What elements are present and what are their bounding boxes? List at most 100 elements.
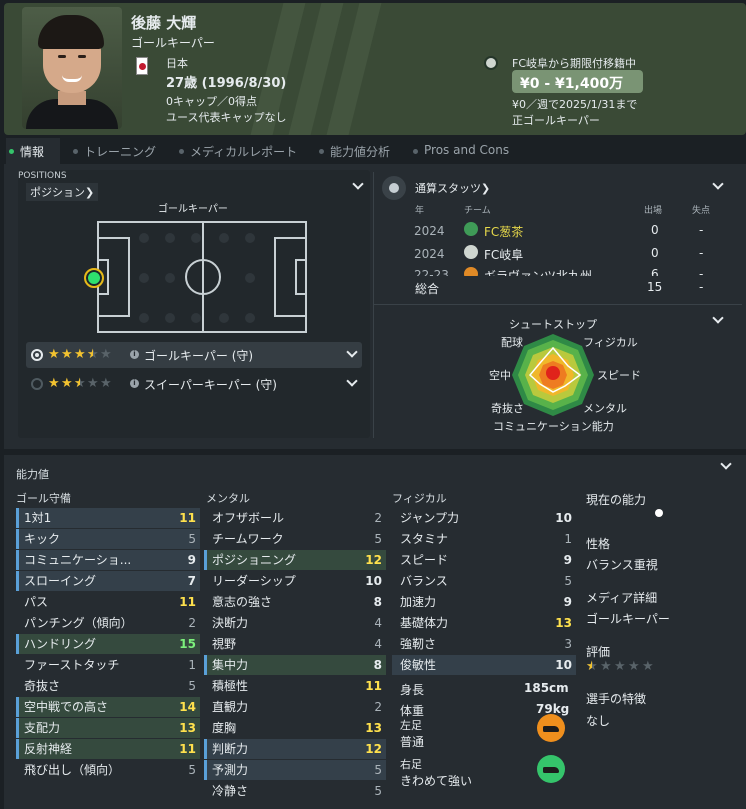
attribute-name: キック	[24, 532, 61, 546]
club-crest-icon[interactable]	[484, 56, 498, 70]
attribute-marker	[204, 739, 207, 759]
attribute-row[interactable]: 冷静さ 5	[204, 781, 386, 801]
loan-status[interactable]: FC岐阜から期限付移籍中	[512, 55, 636, 71]
attribute-row[interactable]: オフザボール 2	[204, 508, 386, 528]
role-row-sweeper-keeper[interactable]: ★ ★ ★ ★ ★ ★ i スイーパーキーパー (守)	[26, 371, 362, 397]
chevron-down-icon[interactable]	[346, 375, 358, 387]
height-value: 185cm	[524, 681, 569, 695]
positions-link[interactable]: ポジション❯	[26, 183, 99, 201]
attribute-name: 直観力	[212, 700, 249, 714]
career-row-clipped[interactable]: 22-23 ギラヴァンツ北九州 6 -	[414, 266, 714, 276]
attribute-row[interactable]: パンチング（傾向） 2	[16, 613, 200, 633]
info-icon[interactable]: i	[130, 379, 139, 388]
attribute-row[interactable]: ポジショニング 12	[204, 550, 386, 570]
attributes-header: 能力値	[16, 468, 49, 481]
star-empty-icon: ★	[642, 659, 654, 674]
attribute-row[interactable]: 積極性 11	[204, 676, 386, 696]
role-row-goalkeeper[interactable]: ★ ★ ★ ★ ★ ★ i ゴールキーパー (守)	[26, 342, 362, 368]
attribute-row[interactable]: ジャンプ力 10	[392, 508, 576, 528]
attribute-row[interactable]: 判断力 12	[204, 739, 386, 759]
attribute-row[interactable]: 反射神経 11	[16, 739, 200, 759]
attribute-row[interactable]: 直観力 2	[204, 697, 386, 717]
tab-medical[interactable]: メディカルレポート	[176, 138, 312, 164]
attribute-value: 12	[365, 742, 382, 756]
attribute-row[interactable]: スタミナ 1	[392, 529, 576, 549]
right-foot-label: 右足	[400, 758, 422, 771]
attribute-row[interactable]: 基礎体力 13	[392, 613, 576, 633]
transfer-value[interactable]: ¥0 - ¥1,400万	[512, 70, 643, 93]
tab-attribute-analysis[interactable]: 能力値分析	[316, 138, 406, 164]
right-foot-value: きわめて強い	[400, 774, 473, 788]
attribute-row[interactable]: 俊敏性 10	[392, 655, 576, 675]
attribute-value: 4	[374, 637, 382, 651]
attribute-row[interactable]: 決断力 4	[204, 613, 386, 633]
attribute-value: 5	[188, 763, 196, 777]
info-icon[interactable]: i	[130, 350, 139, 359]
attribute-row[interactable]: スピード 9	[392, 550, 576, 570]
attribute-row[interactable]: ハンドリング 15	[16, 634, 200, 654]
attribute-value: 11	[179, 742, 196, 756]
radio-selected-icon[interactable]	[31, 349, 43, 361]
tab-info[interactable]: 情報	[6, 138, 60, 164]
radar-label: 奇抜さ	[491, 402, 524, 415]
star-empty-icon: ★	[614, 659, 626, 674]
attribute-row[interactable]: キック 5	[16, 529, 200, 549]
chevron-down-icon[interactable]	[346, 346, 358, 358]
attribute-row[interactable]: スローイング 7	[16, 571, 200, 591]
career-apps: 0	[651, 246, 659, 260]
radar-label: コミュニケーション能力	[493, 420, 614, 433]
tab-training[interactable]: トレーニング	[70, 138, 166, 164]
attribute-name: バランス	[400, 574, 448, 588]
attribute-row[interactable]: 空中戦での高さ 14	[16, 697, 200, 717]
attribute-row[interactable]: チームワーク 5	[204, 529, 386, 549]
attribute-row[interactable]: 度胸 13	[204, 718, 386, 738]
physical-title: フィジカル	[392, 492, 447, 505]
radio-icon[interactable]	[31, 378, 43, 390]
career-row[interactable]: 2024 FC岐阜 0 -	[414, 243, 714, 265]
attribute-row[interactable]: 加速力 9	[392, 592, 576, 612]
club-crest-icon	[464, 222, 478, 236]
star-half-icon: ★ ★	[74, 376, 86, 391]
career-stats-link[interactable]: 通算スタッツ❯	[415, 180, 490, 196]
career-team[interactable]: FC葱茶	[484, 223, 523, 240]
attribute-value: 5	[374, 763, 382, 777]
attribute-value: 15	[179, 637, 196, 651]
career-team[interactable]: ギラヴァンツ北九州	[484, 267, 592, 276]
attribute-row[interactable]: 奇抜さ 5	[16, 676, 200, 696]
player-avatar	[22, 7, 122, 129]
attribute-marker	[204, 655, 207, 675]
attribute-row[interactable]: リーダーシップ 10	[204, 571, 386, 591]
star-full-icon: ★	[61, 376, 73, 391]
attribute-row[interactable]: 強靭さ 3	[392, 634, 576, 654]
attribute-row[interactable]: パス 11	[16, 592, 200, 612]
attribute-name: ファーストタッチ	[24, 658, 120, 672]
attribute-marker	[16, 739, 19, 759]
attribute-value: 12	[365, 553, 382, 567]
attribute-name: スタミナ	[400, 532, 449, 546]
attribute-value: 9	[563, 553, 572, 567]
attribute-row[interactable]: 1対1 11	[16, 508, 200, 528]
age-dob: 27歳 (1996/8/30)	[166, 76, 287, 91]
star-full-icon: ★	[48, 347, 60, 362]
career-team[interactable]: FC岐阜	[484, 246, 523, 263]
career-row[interactable]: 2024 FC葱茶 0 -	[414, 220, 714, 242]
tab-pros-cons[interactable]: Pros and Cons	[410, 138, 520, 164]
attribute-value: 10	[365, 574, 382, 588]
nationality[interactable]: 日本	[166, 55, 188, 71]
attribute-row[interactable]: 意志の強さ 8	[204, 592, 386, 612]
personality-value[interactable]: バランス重視	[586, 556, 658, 573]
tab-dot-icon	[73, 149, 78, 154]
attribute-row[interactable]: 予測力 5	[204, 760, 386, 780]
attribute-row[interactable]: ファーストタッチ 1	[16, 655, 200, 675]
attribute-value: 2	[374, 511, 382, 525]
attribute-row[interactable]: バランス 5	[392, 571, 576, 591]
player-position: ゴールキーパー	[131, 36, 215, 50]
position-marker-gk[interactable]	[84, 268, 104, 288]
attribute-row[interactable]: 支配力 13	[16, 718, 200, 738]
attribute-row[interactable]: コミュニケーショ... 9	[16, 550, 200, 570]
attribute-value: 5	[188, 532, 196, 546]
attribute-row[interactable]: 集中力 8	[204, 655, 386, 675]
career-total-conceded: -	[699, 280, 704, 294]
attribute-row[interactable]: 視野 4	[204, 634, 386, 654]
attribute-row[interactable]: 飛び出し（傾向） 5	[16, 760, 200, 780]
